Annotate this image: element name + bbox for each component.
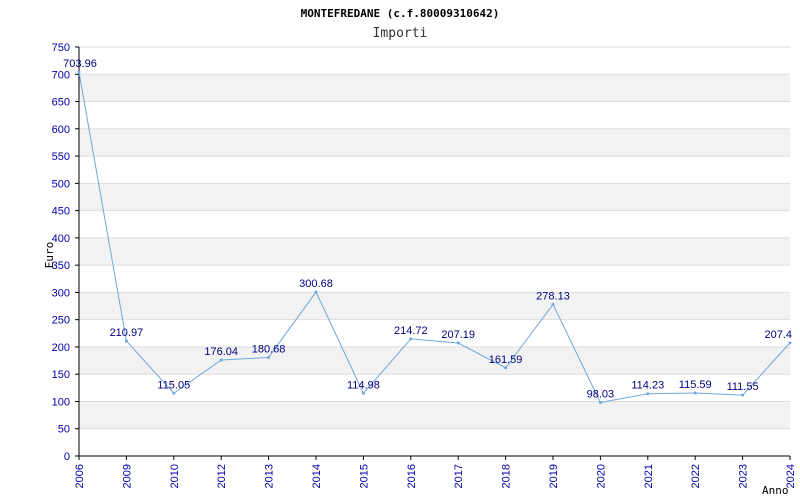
data-point xyxy=(598,401,602,405)
y-tick-label: 350 xyxy=(52,260,70,272)
grid-band xyxy=(79,128,790,157)
x-tick-label: 2017 xyxy=(453,464,465,488)
line-chart: MONTEFREDANE (c.f.80009310642) Importi E… xyxy=(43,7,797,497)
y-tick-label: 650 xyxy=(52,97,70,109)
y-tick-label: 100 xyxy=(52,396,70,408)
data-point xyxy=(693,391,697,395)
grid-band xyxy=(79,74,790,102)
data-point xyxy=(409,337,413,341)
data-point xyxy=(646,392,650,396)
data-label: 114.23 xyxy=(631,380,664,392)
data-point xyxy=(172,391,176,395)
x-tick-label: 2014 xyxy=(311,464,323,488)
grid-band xyxy=(79,183,790,211)
data-label: 703.96 xyxy=(63,58,97,70)
data-point xyxy=(741,393,745,397)
grid-bands xyxy=(79,74,790,429)
x-tick-label: 2009 xyxy=(121,464,133,488)
data-label: 161.59 xyxy=(489,354,523,366)
data-label: 98.03 xyxy=(587,389,615,401)
data-label: 210.97 xyxy=(110,327,144,339)
grid-band xyxy=(79,237,790,266)
data-point xyxy=(551,302,555,306)
y-tick-label: 400 xyxy=(52,233,70,245)
data-label: 114.98 xyxy=(347,379,380,391)
y-tick-label: 150 xyxy=(52,369,70,381)
x-tick-label: 2010 xyxy=(169,464,181,488)
grid-band xyxy=(79,346,790,375)
data-point xyxy=(219,358,223,362)
x-tick-label: 2012 xyxy=(216,464,228,488)
chart-subtitle: Importi xyxy=(373,26,428,41)
data-label: 207.4 xyxy=(764,329,792,341)
x-tick-label: 2019 xyxy=(548,464,560,488)
x-tick-label: 2018 xyxy=(501,464,513,488)
data-point xyxy=(267,355,271,359)
x-tick-labels: 2006 2009 2010 2012 2013 2014 2015 2016 2017 2018… xyxy=(74,464,797,488)
chart-title: MONTEFREDANE (c.f.80009310642) xyxy=(301,7,500,20)
x-tick-label: 2020 xyxy=(595,464,607,488)
data-point xyxy=(456,341,460,345)
data-point xyxy=(77,70,81,74)
x-tick-label: 2006 xyxy=(74,464,86,488)
data-label: 214.72 xyxy=(394,325,428,337)
y-tick-label: 550 xyxy=(52,151,70,163)
data-label: 300.68 xyxy=(299,278,333,290)
x-tick-label: 2023 xyxy=(738,464,750,488)
grid-band xyxy=(79,401,790,429)
x-tick-label: 2022 xyxy=(690,464,702,488)
y-tick-label: 50 xyxy=(58,424,70,436)
x-tick-label: 2013 xyxy=(264,464,276,488)
data-point xyxy=(788,341,792,345)
data-label: 115.05 xyxy=(157,379,190,391)
data-label: 278.13 xyxy=(536,290,570,302)
y-tick-label: 250 xyxy=(52,315,70,327)
y-tick-label: 600 xyxy=(52,124,70,136)
data-point xyxy=(314,290,318,294)
x-tick-label: 2021 xyxy=(643,464,655,488)
data-label: 115.59 xyxy=(679,379,712,391)
y-tick-label: 450 xyxy=(52,206,70,218)
data-label: 207.19 xyxy=(441,329,475,341)
data-label: 180.68 xyxy=(252,343,286,355)
grid-band xyxy=(79,292,790,320)
data-point xyxy=(504,366,508,370)
y-tick-label: 500 xyxy=(52,178,70,190)
y-tick-label: 750 xyxy=(52,42,70,54)
data-point xyxy=(124,339,128,343)
y-tick-label: 300 xyxy=(52,287,70,299)
y-tick-label: 0 xyxy=(64,451,70,463)
y-tick-label: 200 xyxy=(52,342,70,354)
y-tick-label: 700 xyxy=(52,69,70,81)
x-tick-label: 2016 xyxy=(406,464,418,488)
x-tick-label: 2015 xyxy=(358,464,370,488)
data-label: 176.04 xyxy=(204,346,238,358)
data-label: 111.55 xyxy=(727,381,759,393)
x-tick-label: 2024 xyxy=(785,464,797,488)
data-point xyxy=(361,391,365,395)
